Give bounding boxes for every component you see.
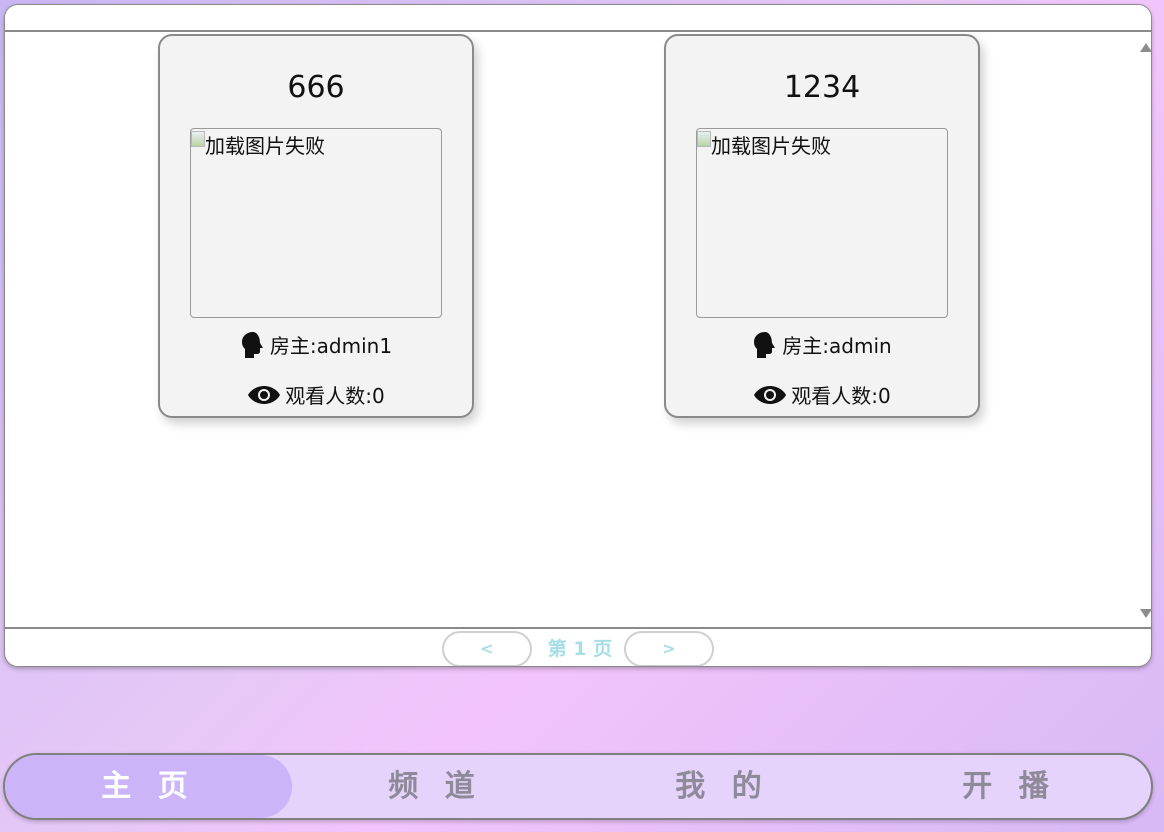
page-indicator: 第 1 页 <box>547 638 613 660</box>
eye-icon <box>248 385 281 404</box>
triangle-down-icon[interactable] <box>1140 609 1151 618</box>
viewers-label: 观看人数:0 <box>791 384 891 408</box>
broken-image-icon <box>697 131 711 147</box>
person-head-icon <box>754 331 776 358</box>
room-viewers: 观看人数:0 <box>160 380 472 411</box>
nav-tab-channels[interactable]: 频 道 <box>292 755 579 818</box>
room-card[interactable]: 666 加载图片失败 房主:admin1 观看人数:0 <box>158 34 474 418</box>
owner-label: 房主:admin <box>782 334 892 358</box>
room-cover-image[interactable]: 加载图片失败 <box>190 128 442 318</box>
prev-page-button[interactable]: < <box>442 631 532 666</box>
bottom-navigation: 主 页 频 道 我 的 开 播 <box>3 753 1153 820</box>
nav-tab-home[interactable]: 主 页 <box>5 755 292 818</box>
vertical-scrollbar[interactable] <box>1139 34 1151 627</box>
panel-header-bar <box>5 5 1151 32</box>
room-title: 666 <box>287 70 345 105</box>
broken-image-icon <box>191 131 205 147</box>
pagination: < 第 1 页 > <box>5 631 1151 666</box>
panel-divider <box>5 627 1151 629</box>
room-owner: 房主:admin <box>666 330 978 364</box>
nav-tab-broadcast[interactable]: 开 播 <box>866 755 1151 818</box>
triangle-up-icon[interactable] <box>1140 43 1151 52</box>
person-head-icon <box>241 331 263 358</box>
room-title: 1234 <box>783 70 861 105</box>
room-list-panel: 666 加载图片失败 房主:admin1 观看人数:0 1234 加载图片失败 … <box>4 4 1152 667</box>
room-card[interactable]: 1234 加载图片失败 房主:admin 观看人数:0 <box>664 34 980 418</box>
next-page-button[interactable]: > <box>624 631 714 666</box>
room-viewers: 观看人数:0 <box>666 380 978 411</box>
room-owner: 房主:admin1 <box>160 330 472 364</box>
room-grid: 666 加载图片失败 房主:admin1 观看人数:0 1234 加载图片失败 … <box>5 34 1141 627</box>
image-alt-text: 加载图片失败 <box>711 134 831 158</box>
eye-icon <box>754 385 787 404</box>
nav-tab-mine[interactable]: 我 的 <box>579 755 866 818</box>
room-cover-image[interactable]: 加载图片失败 <box>696 128 948 318</box>
image-alt-text: 加载图片失败 <box>205 134 325 158</box>
owner-label: 房主:admin1 <box>269 334 393 358</box>
viewers-label: 观看人数:0 <box>285 384 385 408</box>
